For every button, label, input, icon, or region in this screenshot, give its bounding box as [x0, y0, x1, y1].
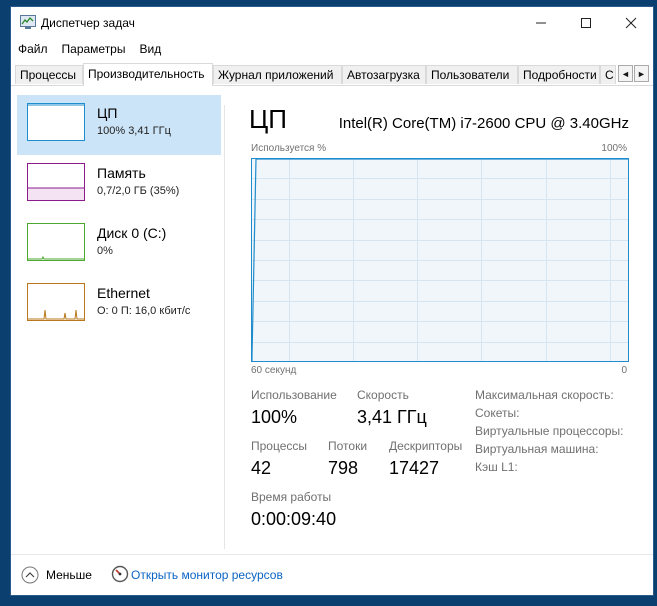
- graph-y-label: Используется %: [251, 143, 327, 154]
- spec-virtual-processors: Виртуальные процессоры:: [475, 424, 624, 438]
- task-manager-icon: [20, 15, 36, 29]
- tab-bar: Процессы Производительность Журнал прило…: [11, 63, 653, 86]
- spec-virtual-machine: Виртуальная машина:: [475, 442, 599, 456]
- handles-label: Дескрипторы: [389, 439, 463, 453]
- sidebar-item-disk[interactable]: Диск 0 (C:) 0%: [17, 215, 221, 275]
- uptime-value: 0:00:09:40: [251, 509, 337, 529]
- tab-processes[interactable]: Процессы: [15, 65, 83, 84]
- maximize-icon: [580, 18, 591, 28]
- tab-startup[interactable]: Автозагрузка: [342, 65, 426, 84]
- window-title: Диспетчер задач: [41, 16, 135, 30]
- footer-bar: Меньше Открыть монитор ресурсов: [11, 554, 653, 595]
- close-icon: [625, 17, 636, 29]
- threads-value: 798: [328, 458, 359, 478]
- resource-sidebar: ЦП 100% 3,41 ГГц Память 0,7/2,0 ГБ (35%)…: [17, 95, 221, 335]
- menu-options[interactable]: Параметры: [55, 39, 133, 61]
- tab-services[interactable]: С: [600, 65, 616, 84]
- graph-y-max-label: 100%: [601, 143, 627, 154]
- sidebar-item-subtitle: 0%: [97, 245, 113, 257]
- close-button[interactable]: [608, 7, 653, 39]
- graph-x-min-label: 0: [621, 365, 627, 376]
- tab-scroll-right[interactable]: ►: [634, 65, 649, 82]
- speed-label: Скорость: [357, 388, 409, 402]
- sidebar-item-subtitle: 100% 3,41 ГГц: [97, 125, 171, 137]
- cpu-usage-graph: [251, 158, 629, 362]
- tab-users[interactable]: Пользователи: [426, 65, 518, 84]
- tab-performance[interactable]: Производительность: [83, 63, 213, 86]
- tab-details[interactable]: Подробности: [518, 65, 600, 84]
- sidebar-item-title: Ethernet: [97, 285, 150, 301]
- menu-file[interactable]: Файл: [11, 39, 55, 61]
- memory-mini-graph: [27, 163, 85, 201]
- sidebar-item-cpu[interactable]: ЦП 100% 3,41 ГГц: [17, 95, 221, 155]
- cpu-model-name: Intel(R) Core(TM) i7-2600 CPU @ 3.40GHz: [338, 115, 629, 132]
- minimize-icon: [535, 22, 546, 24]
- spec-sockets: Сокеты:: [475, 406, 520, 420]
- usage-value: 100%: [251, 407, 298, 427]
- cpu-mini-graph: [27, 103, 85, 141]
- resource-monitor-icon[interactable]: [111, 565, 129, 583]
- fewer-details-button[interactable]: Меньше: [46, 568, 92, 582]
- sidebar-item-ethernet[interactable]: Ethernet О: 0 П: 16,0 кбит/с: [17, 275, 221, 335]
- threads-label: Потоки: [328, 439, 368, 453]
- sidebar-item-subtitle: О: 0 П: 16,0 кбит/с: [97, 305, 191, 317]
- chevron-up-icon[interactable]: [21, 566, 39, 584]
- sidebar-item-memory[interactable]: Память 0,7/2,0 ГБ (35%): [17, 155, 221, 215]
- sidebar-item-subtitle: 0,7/2,0 ГБ (35%): [97, 185, 180, 197]
- menu-bar: Файл Параметры Вид: [11, 39, 653, 61]
- menu-view[interactable]: Вид: [132, 39, 168, 61]
- spec-l1-cache: Кэш L1:: [475, 460, 518, 474]
- sidebar-divider: [224, 105, 225, 549]
- tab-app-history[interactable]: Журнал приложений: [213, 65, 342, 84]
- tab-scroll-left[interactable]: ◄: [618, 65, 633, 82]
- open-resource-monitor-link[interactable]: Открыть монитор ресурсов: [131, 568, 283, 582]
- page-title: ЦП: [249, 104, 287, 134]
- processes-value: 42: [251, 458, 272, 478]
- sidebar-item-title: Память: [97, 165, 146, 181]
- uptime-label: Время работы: [251, 490, 332, 504]
- ethernet-mini-graph: [27, 283, 85, 321]
- disk-mini-graph: [27, 223, 85, 261]
- processes-label: Процессы: [251, 439, 308, 453]
- title-bar: Диспетчер задач: [11, 7, 653, 39]
- speed-value: 3,41 ГГц: [357, 407, 427, 427]
- maximize-button[interactable]: [563, 7, 608, 39]
- sidebar-item-title: ЦП: [97, 105, 118, 121]
- graph-x-label: 60 секунд: [251, 365, 297, 376]
- handles-value: 17427: [389, 458, 440, 478]
- spec-max-speed: Максимальная скорость:: [475, 388, 614, 402]
- task-manager-window: Диспетчер задач Файл Параметры Вид Проце…: [10, 6, 654, 596]
- usage-label: Использование: [251, 388, 337, 402]
- minimize-button[interactable]: [518, 7, 563, 39]
- sidebar-item-title: Диск 0 (C:): [97, 225, 167, 241]
